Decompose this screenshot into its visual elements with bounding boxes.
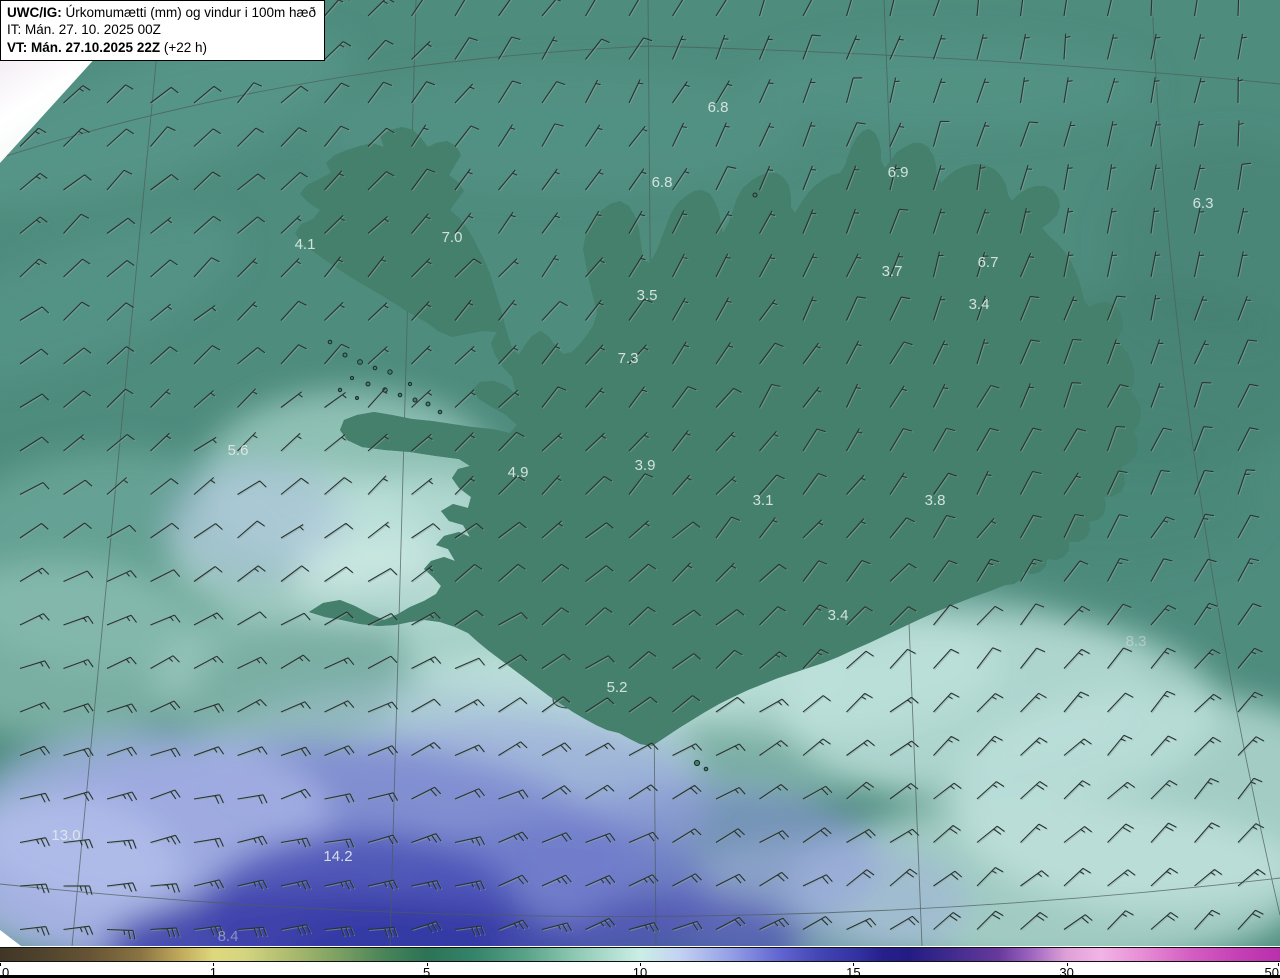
product-name: Úrkomumætti (mm) og vindur i 100m hæð (61, 5, 317, 20)
precip-value-label: 3.4 (969, 296, 990, 313)
colorbar-tick-mark (0, 963, 1, 966)
valid-time: VT: Mán. 27.10.2025 22Z (7, 39, 161, 55)
title-line-valid: VT: Mán. 27.10.2025 22Z (+22 h) (7, 39, 316, 56)
colorbar: 0 1 5 10 15 30 50 (0, 946, 1280, 978)
init-time: IT: Mán. 27. 10. 2025 00Z (7, 22, 161, 38)
precip-value-label: 8.4 (218, 928, 239, 945)
precip-value-label: 7.0 (442, 229, 463, 246)
title-line-product: UWC/IG: Úrkomumætti (mm) og vindur i 100… (7, 4, 316, 21)
valid-offset: (+22 h) (160, 39, 207, 55)
precip-value-label: 7.3 (618, 350, 639, 367)
precip-value-label: 6.7 (978, 254, 999, 271)
precip-value-label: 6.8 (708, 99, 729, 116)
colorbar-ticks: 0 1 5 10 15 30 50 (0, 963, 1280, 978)
precip-value-label: 3.9 (635, 457, 656, 474)
precip-value-label: 6.9 (888, 164, 909, 181)
precip-value-label: 13.0 (51, 827, 80, 844)
precip-value-label: 6.3 (1193, 195, 1214, 212)
forecast-map: 6.8 6.8 6.9 6.3 4.1 7.0 3.7 6.7 3.4 3.5 7.3 5.6 4.9 3… (0, 0, 1280, 946)
precip-value-label: 14.2 (323, 848, 352, 865)
precip-value-label: 3.8 (925, 492, 946, 509)
precip-value-label: 3.7 (882, 263, 903, 280)
precip-value-label: 6.8 (652, 174, 673, 191)
weather-map-page: 6.8 6.8 6.9 6.3 4.1 7.0 3.7 6.7 3.4 3.5 7.3 5.6 4.9 3… (0, 0, 1280, 978)
colorbar-gradient (0, 947, 1280, 962)
title-line-init: IT: Mán. 27. 10. 2025 00Z (7, 21, 316, 38)
precip-value-label: 5.2 (607, 679, 628, 696)
precip-value-label: 3.4 (828, 607, 849, 624)
precip-value-label: 4.1 (295, 236, 316, 253)
precip-value-label: 3.5 (637, 287, 658, 304)
precip-value-label: 5.6 (228, 442, 249, 459)
precip-value-label: 8.3 (1126, 633, 1147, 650)
precip-value-label: 3.1 (753, 492, 774, 509)
model-id: UWC/IG: (7, 5, 62, 20)
precip-value-label: 4.9 (508, 464, 529, 481)
title-box: UWC/IG: Úrkomumætti (mm) og vindur i 100… (0, 0, 326, 61)
